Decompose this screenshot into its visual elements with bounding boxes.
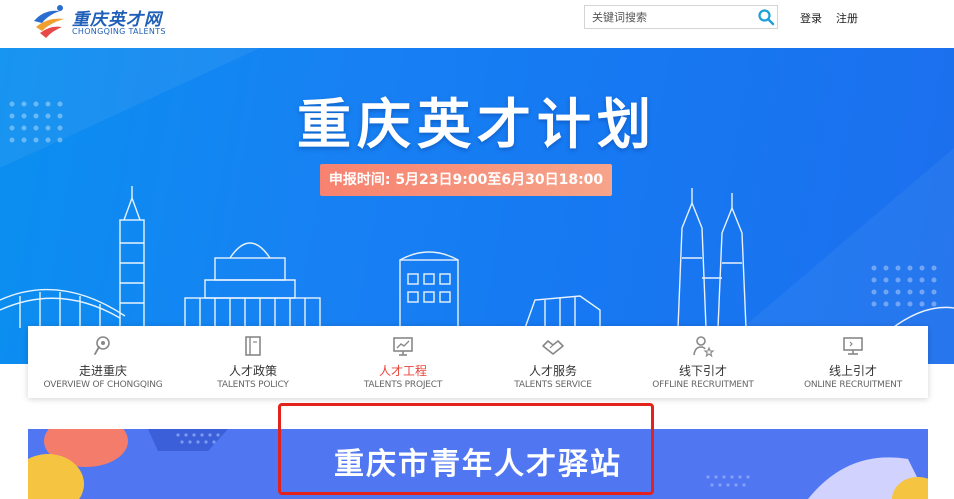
person-star-icon	[693, 336, 715, 358]
nav-label-cn: 人才服务	[528, 364, 577, 378]
nav-item-policy[interactable]: 人才政策 TALENTS POLICY	[178, 326, 328, 398]
nav-label-cn: 线下引才	[678, 364, 727, 378]
site-logo[interactable]: 重庆英才网 CHONGQING TALENTS	[30, 1, 170, 41]
nav-label-cn: 人才政策	[228, 364, 277, 378]
search-input[interactable]	[585, 6, 753, 28]
hero-banner[interactable]: 重庆英才计划 申报时间: 5月23日9:00至6月30日18:00	[0, 48, 954, 364]
computer-icon	[843, 337, 863, 355]
nav-label-en: TALENTS PROJECT	[363, 380, 443, 390]
nav-item-offline[interactable]: 线下引才 OFFLINE RECRUITMENT	[628, 326, 778, 398]
nav-label-en: ONLINE RECRUITMENT	[803, 380, 903, 390]
nav-label-cn: 走进重庆	[78, 364, 127, 378]
nav-item-overview[interactable]: 走进重庆 OVERVIEW OF CHONGQING	[28, 326, 178, 398]
highlight-annotation-box	[278, 403, 654, 495]
search-icon[interactable]	[757, 8, 775, 26]
monitor-chart-icon	[393, 337, 413, 356]
book-icon	[245, 336, 261, 356]
nav-label-cn: 线上引才	[828, 364, 877, 378]
nav-item-service[interactable]: 人才服务 TALENTS SERVICE	[478, 326, 628, 398]
logo-text-en: CHONGQING TALENTS	[72, 27, 166, 36]
logo-mark-icon	[34, 5, 64, 38]
login-link[interactable]: 登录	[800, 10, 822, 26]
application-period-badge: 申报时间: 5月23日9:00至6月30日18:00	[320, 164, 612, 196]
nav-item-online[interactable]: 线上引才 ONLINE RECRUITMENT	[778, 326, 928, 398]
nav-label-en: TALENTS SERVICE	[514, 380, 592, 390]
nav-label-en: OFFLINE RECRUITMENT	[652, 380, 754, 390]
pin-icon	[94, 336, 110, 355]
site-header: 重庆英才网 CHONGQING TALENTS 登录 注册	[0, 0, 954, 48]
nav-label-en: OVERVIEW OF CHONGQING	[43, 380, 163, 390]
handshake-icon	[542, 340, 564, 355]
banner-title: 重庆英才计划	[297, 93, 657, 156]
nav-item-project[interactable]: 人才工程 TALENTS PROJECT	[328, 326, 478, 398]
search-box	[584, 5, 778, 29]
nav-label-cn: 人才工程	[378, 364, 427, 378]
nav-label-en: TALENTS POLICY	[217, 380, 289, 390]
category-nav: 走进重庆 OVERVIEW OF CHONGQING 人才政策 TALENTS …	[28, 326, 928, 398]
register-link[interactable]: 注册	[836, 10, 858, 26]
